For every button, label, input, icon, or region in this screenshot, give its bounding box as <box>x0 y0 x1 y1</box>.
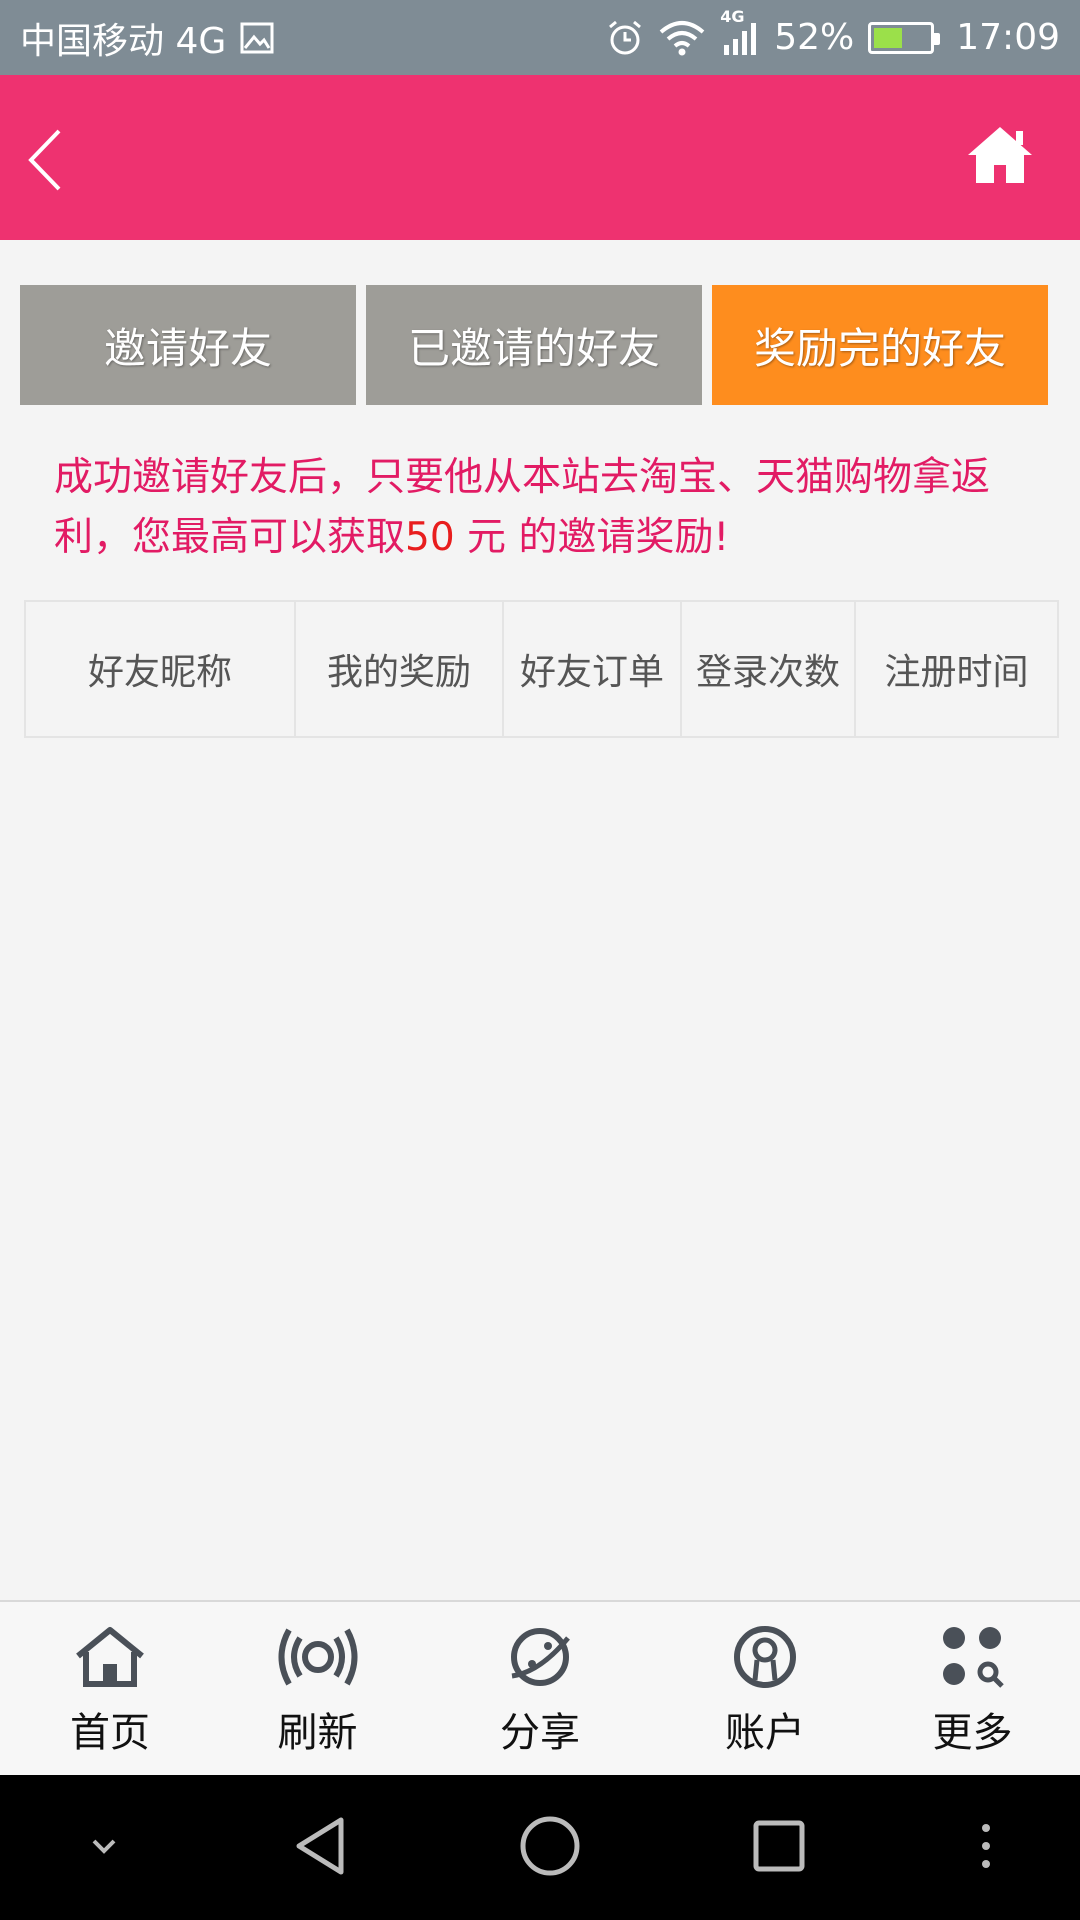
nav-home[interactable]: 首页 <box>0 1602 220 1775</box>
column-label: 注册时间 <box>884 652 1029 693</box>
column-label: 登录次数 <box>695 652 840 693</box>
status-bar: 中国移动 4G 4G 52% 17:09 <box>0 0 1080 75</box>
invite-reward-notice: 成功邀请好友后，只要他从本站去淘宝、天猫购物拿返利，您最高可以获取50 元 的邀… <box>54 448 1044 568</box>
alarm-icon <box>606 19 644 57</box>
nav-share[interactable]: 分享 <box>415 1602 665 1775</box>
nav-more[interactable]: 更多 <box>865 1602 1080 1775</box>
app-header <box>0 75 1080 240</box>
nav-label: 分享 <box>500 1710 580 1756</box>
reward-amount: 50 <box>405 515 455 560</box>
collapse-icon[interactable] <box>84 1831 124 1865</box>
system-navigation-bar <box>0 1775 1080 1920</box>
column-header-my-reward: 我的奖励 <box>296 602 504 736</box>
notice-text-end: 元 的邀请奖励! <box>454 515 730 560</box>
carrier-label: 中国移动 4G <box>20 20 227 62</box>
network-badge: 4G <box>720 6 745 26</box>
home-icon <box>968 127 1032 183</box>
status-right: 4G 52% 17:09 <box>606 7 1060 58</box>
more-grid-icon <box>942 1627 1004 1688</box>
nav-label: 刷新 <box>277 1710 358 1756</box>
tab-invite-friends[interactable]: 邀请好友 <box>20 285 356 405</box>
tab-label: 已邀请的好友 <box>407 323 660 373</box>
clock: 17:09 <box>956 17 1060 58</box>
battery-fill <box>874 27 903 48</box>
column-header-login-count: 登录次数 <box>682 602 856 736</box>
recents-square-icon[interactable] <box>749 1816 809 1880</box>
nav-account[interactable]: 账户 <box>665 1602 865 1775</box>
menu-dots-icon[interactable] <box>976 1816 996 1880</box>
tab-rewarded-friends[interactable]: 奖励完的好友 <box>712 285 1048 405</box>
column-label: 好友昵称 <box>87 652 232 693</box>
status-left: 中国移动 4G <box>20 12 274 64</box>
tab-label: 邀请好友 <box>103 323 272 373</box>
nav-label: 账户 <box>725 1710 805 1756</box>
signal-icon: 4G <box>720 7 760 57</box>
column-header-register-time: 注册时间 <box>856 602 1057 736</box>
nav-label: 首页 <box>70 1710 150 1756</box>
page: 中国移动 4G 4G 52% 17:09 邀请好友 已邀请的好友 奖励完的好友 … <box>0 0 1080 1920</box>
tab-label: 奖励完的好友 <box>753 323 1006 373</box>
bottom-nav: 首页 刷新 分享 账户 更多 <box>0 1600 1080 1775</box>
column-header-friend-orders: 好友订单 <box>504 602 682 736</box>
nav-label: 更多 <box>932 1710 1013 1756</box>
wifi-icon <box>658 19 706 57</box>
friends-table-header: 好友昵称 我的奖励 好友订单 登录次数 注册时间 <box>24 600 1059 738</box>
planet-icon <box>511 1628 570 1686</box>
tab-invited-friends[interactable]: 已邀请的好友 <box>366 285 702 405</box>
battery-percent: 52% <box>774 17 855 58</box>
tab-bar: 邀请好友 已邀请的好友 奖励完的好友 <box>20 285 1048 405</box>
broadcast-icon <box>278 1628 357 1686</box>
home-button[interactable] <box>960 115 1040 195</box>
home-outline-icon <box>76 1627 144 1687</box>
column-label: 好友订单 <box>519 652 664 693</box>
battery-icon <box>868 21 941 54</box>
column-header-nickname: 好友昵称 <box>26 602 296 736</box>
home-circle-icon[interactable] <box>518 1814 582 1882</box>
chevron-left-icon <box>28 129 61 191</box>
column-label: 我的奖励 <box>326 652 471 693</box>
nav-refresh[interactable]: 刷新 <box>220 1602 415 1775</box>
back-button[interactable] <box>10 120 80 200</box>
back-triangle-icon[interactable] <box>291 1814 351 1882</box>
account-icon <box>734 1626 796 1688</box>
image-icon <box>240 21 274 55</box>
